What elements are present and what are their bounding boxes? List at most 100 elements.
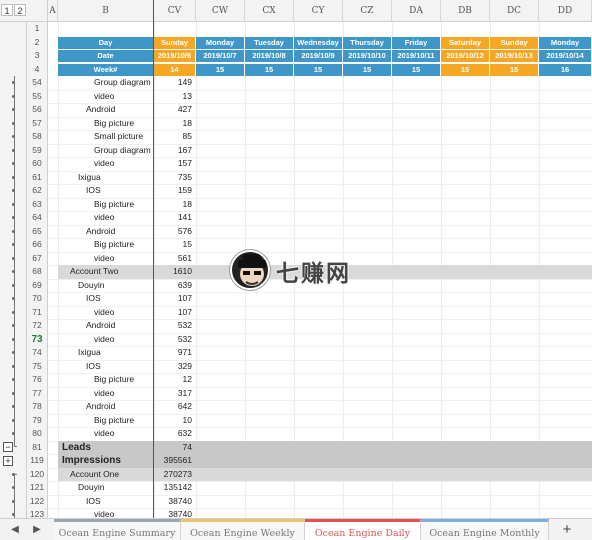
row-label[interactable]: Account One: [58, 468, 154, 482]
row-number[interactable]: 61: [27, 170, 48, 184]
column-header-dc[interactable]: DC: [490, 0, 539, 22]
cv-value-cell[interactable]: 107: [154, 306, 196, 320]
column-header-a[interactable]: A: [48, 0, 58, 22]
row-number[interactable]: 74: [27, 346, 48, 360]
row-label[interactable]: video: [58, 211, 154, 225]
row-number[interactable]: 60: [27, 157, 48, 171]
row-label[interactable]: Big picture: [58, 373, 154, 387]
cv-value-cell[interactable]: 13: [154, 90, 196, 104]
column-header-cx[interactable]: CX: [245, 0, 294, 22]
row-label[interactable]: Big picture: [58, 238, 154, 252]
row-label[interactable]: Ixigua: [58, 171, 154, 185]
cv-value-cell[interactable]: 395561: [154, 454, 196, 468]
row-number[interactable]: 68: [27, 265, 48, 279]
row-number[interactable]: 57: [27, 116, 48, 130]
row-number[interactable]: 70: [27, 292, 48, 306]
cv-value-cell[interactable]: 107: [154, 292, 196, 306]
add-sheet-button[interactable]: +: [557, 521, 577, 539]
row-label[interactable]: Big picture: [58, 117, 154, 131]
cv-value-cell[interactable]: 532: [154, 333, 196, 347]
cv-value-cell[interactable]: 18: [154, 117, 196, 131]
row-number[interactable]: 1: [27, 22, 48, 36]
outline-level-2-button[interactable]: 2: [14, 4, 26, 16]
row-number[interactable]: 119: [27, 454, 48, 468]
row-label[interactable]: Big picture: [58, 198, 154, 212]
row-number[interactable]: 65: [27, 224, 48, 238]
row-number[interactable]: 4: [27, 62, 48, 76]
row-number[interactable]: 59: [27, 143, 48, 157]
cv-value-cell[interactable]: 576: [154, 225, 196, 239]
cv-value-cell[interactable]: 532: [154, 319, 196, 333]
sheet-tab[interactable]: Ocean Engine Weekly: [181, 519, 305, 540]
column-header-cy[interactable]: CY: [294, 0, 343, 22]
row-label[interactable]: Group diagram: [58, 144, 154, 158]
cv-value-cell[interactable]: 632: [154, 427, 196, 441]
cv-value-cell[interactable]: 642: [154, 400, 196, 414]
row-label[interactable]: IOS: [58, 292, 154, 306]
row-label[interactable]: Android: [58, 400, 154, 414]
row-label[interactable]: IOS: [58, 495, 154, 509]
outline-level-1-button[interactable]: 1: [1, 4, 13, 16]
column-header-da[interactable]: DA: [392, 0, 441, 22]
cv-value-cell[interactable]: 971: [154, 346, 196, 360]
row-label[interactable]: Douyin: [58, 279, 154, 293]
row-number[interactable]: 122: [27, 494, 48, 508]
row-label[interactable]: video: [58, 306, 154, 320]
cv-value-cell[interactable]: 10: [154, 414, 196, 428]
row-label[interactable]: Account Two: [58, 265, 154, 279]
row-number[interactable]: 62: [27, 184, 48, 198]
cv-value-cell[interactable]: 167: [154, 144, 196, 158]
column-header-cv[interactable]: CV: [154, 0, 196, 22]
row-label[interactable]: video: [58, 427, 154, 441]
row-number[interactable]: 121: [27, 481, 48, 495]
cv-value-cell[interactable]: 270273: [154, 468, 196, 482]
row-number[interactable]: 71: [27, 305, 48, 319]
cv-value-cell[interactable]: 159: [154, 184, 196, 198]
row-label[interactable]: Android: [58, 319, 154, 333]
row-label[interactable]: Small picture: [58, 130, 154, 144]
row-label[interactable]: Android: [58, 225, 154, 239]
column-header-db[interactable]: DB: [441, 0, 490, 22]
column-header-dd[interactable]: DD: [539, 0, 592, 22]
row-number[interactable]: 67: [27, 251, 48, 265]
row-label[interactable]: Douyin: [58, 481, 154, 495]
cv-value-cell[interactable]: 735: [154, 171, 196, 185]
cv-value-cell[interactable]: 317: [154, 387, 196, 401]
row-number[interactable]: 81: [27, 440, 48, 454]
tab-scroll-right-icon[interactable]: ▶: [30, 523, 44, 537]
row-number[interactable]: 2: [27, 35, 48, 49]
cv-value-cell[interactable]: 38740: [154, 495, 196, 509]
row-label[interactable]: video: [58, 252, 154, 266]
cv-value-cell[interactable]: 141: [154, 211, 196, 225]
cv-value-cell[interactable]: 18: [154, 198, 196, 212]
row-number[interactable]: 120: [27, 467, 48, 481]
column-header-cw[interactable]: CW: [196, 0, 245, 22]
row-number[interactable]: 78: [27, 400, 48, 414]
column-header-cz[interactable]: CZ: [343, 0, 392, 22]
row-number[interactable]: 79: [27, 413, 48, 427]
cv-value-cell[interactable]: 329: [154, 360, 196, 374]
row-number[interactable]: 3: [27, 49, 48, 63]
row-number[interactable]: 63: [27, 197, 48, 211]
row-number[interactable]: 76: [27, 373, 48, 387]
row-number[interactable]: 58: [27, 130, 48, 144]
row-label[interactable]: Big picture: [58, 414, 154, 428]
cv-value-cell[interactable]: 427: [154, 103, 196, 117]
cv-value-cell[interactable]: 149: [154, 76, 196, 90]
cv-value-cell[interactable]: 561: [154, 252, 196, 266]
collapse-group-button[interactable]: −: [3, 442, 13, 452]
cv-value-cell[interactable]: 135142: [154, 481, 196, 495]
cv-value-cell[interactable]: 12: [154, 373, 196, 387]
row-number[interactable]: 66: [27, 238, 48, 252]
row-label[interactable]: IOS: [58, 360, 154, 374]
row-number[interactable]: 73: [27, 332, 48, 346]
cv-value-cell[interactable]: 1610: [154, 265, 196, 279]
row-number[interactable]: 56: [27, 103, 48, 117]
row-number[interactable]: 72: [27, 319, 48, 333]
row-label[interactable]: Ixigua: [58, 346, 154, 360]
row-label[interactable]: video: [58, 387, 154, 401]
cv-value-cell[interactable]: 15: [154, 238, 196, 252]
row-label[interactable]: Android: [58, 103, 154, 117]
row-label[interactable]: IOS: [58, 184, 154, 198]
expand-group-button[interactable]: +: [3, 455, 13, 466]
